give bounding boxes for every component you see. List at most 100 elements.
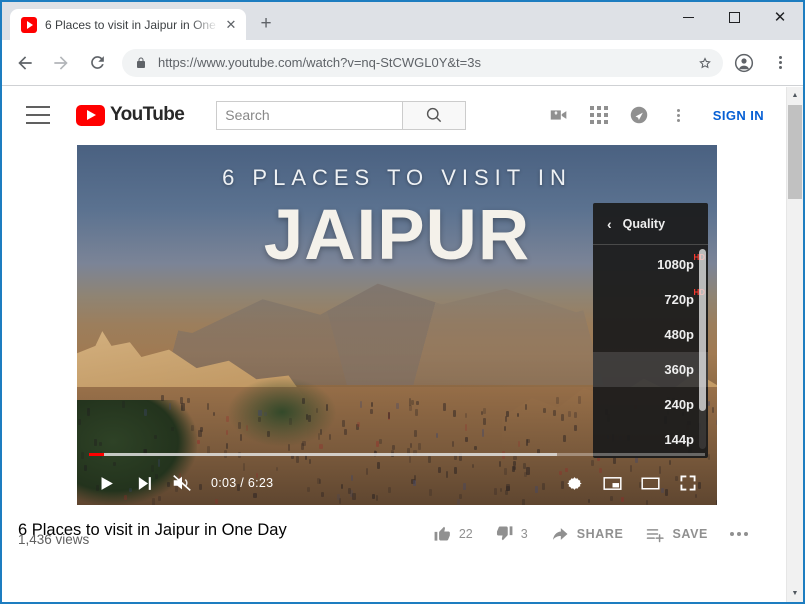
scrollbar-thumb[interactable] bbox=[788, 105, 802, 199]
maximize-button[interactable] bbox=[711, 2, 757, 32]
close-button[interactable]: ✕ bbox=[757, 2, 803, 32]
mute-button[interactable] bbox=[163, 464, 201, 502]
masthead-buttons: SIGN IN bbox=[539, 95, 770, 135]
progress-buffered bbox=[89, 453, 557, 456]
sign-in-button[interactable]: SIGN IN bbox=[713, 108, 764, 123]
share-label: SHARE bbox=[577, 527, 624, 541]
forward-button[interactable] bbox=[46, 48, 76, 78]
volume-muted-icon bbox=[171, 472, 193, 494]
miniplayer-button[interactable] bbox=[593, 464, 631, 502]
minimize-icon bbox=[683, 17, 694, 18]
miniplayer-icon bbox=[602, 473, 623, 494]
quality-option[interactable]: 1080p HD bbox=[593, 247, 708, 282]
quality-menu-scroll-thumb[interactable] bbox=[699, 249, 706, 411]
search-placeholder: Search bbox=[225, 107, 269, 123]
tab-title: 6 Places to visit in Jaipur in One D bbox=[45, 18, 222, 32]
reload-button[interactable] bbox=[82, 48, 112, 78]
back-chevron-icon[interactable]: ‹ bbox=[607, 217, 612, 231]
browser-toolbar: https://www.youtube.com/watch?v=nq-StCWG… bbox=[2, 40, 803, 86]
quality-option[interactable]: 240p bbox=[593, 387, 708, 422]
like-button[interactable]: 22 bbox=[433, 524, 473, 543]
quality-option-selected[interactable]: 360p bbox=[593, 352, 708, 387]
chrome-menu-button[interactable] bbox=[765, 48, 795, 78]
browser-tab[interactable]: 6 Places to visit in Jaipur in One D ✕ bbox=[10, 9, 246, 40]
search-input[interactable]: Search bbox=[216, 101, 402, 130]
save-playlist-icon bbox=[645, 524, 665, 544]
maximize-icon bbox=[729, 12, 740, 23]
more-actions-button[interactable] bbox=[730, 532, 748, 536]
quality-menu-scrollbar[interactable] bbox=[699, 249, 706, 449]
youtube-logo-text: YouTube bbox=[110, 104, 184, 126]
bookmark-star-icon[interactable] bbox=[693, 51, 717, 75]
theater-mode-button[interactable] bbox=[631, 464, 669, 502]
quality-settings-menu[interactable]: ‹ Quality 1080p HD 720p HD 480p bbox=[593, 203, 708, 458]
page-scrollbar[interactable]: ▲ ▼ bbox=[786, 87, 803, 602]
create-video-icon[interactable] bbox=[539, 95, 579, 135]
quality-option-label: 144p bbox=[664, 432, 694, 447]
new-tab-button[interactable]: + bbox=[252, 9, 280, 37]
thumbs-down-icon bbox=[495, 524, 514, 543]
close-icon: ✕ bbox=[774, 10, 787, 25]
youtube-masthead: YouTube Search bbox=[2, 87, 786, 143]
controls-right bbox=[555, 464, 707, 502]
youtube-logo[interactable]: YouTube bbox=[76, 104, 184, 126]
save-label: SAVE bbox=[672, 527, 708, 541]
quality-option-label: 720p bbox=[664, 292, 694, 307]
controls-row: 0:03 / 6:23 bbox=[77, 461, 717, 505]
next-track-icon bbox=[136, 475, 153, 492]
progress-bar[interactable] bbox=[89, 453, 705, 456]
share-arrow-icon bbox=[550, 524, 570, 544]
tab-close-icon[interactable]: ✕ bbox=[222, 16, 240, 34]
next-video-button[interactable] bbox=[125, 464, 163, 502]
hamburger-menu-icon[interactable] bbox=[26, 106, 50, 124]
quality-option-label: 240p bbox=[664, 397, 694, 412]
scroll-up-arrow-icon[interactable]: ▲ bbox=[787, 87, 803, 104]
view-count: 1,436 views bbox=[18, 532, 89, 547]
youtube-play-icon bbox=[76, 105, 105, 126]
profile-avatar-icon bbox=[734, 53, 754, 73]
quality-menu-title: Quality bbox=[623, 217, 665, 231]
search-button[interactable] bbox=[402, 101, 466, 130]
profile-button[interactable] bbox=[729, 48, 759, 78]
settings-button[interactable] bbox=[555, 464, 593, 502]
player-controls: 0:03 / 6:23 bbox=[77, 457, 717, 505]
play-icon bbox=[98, 475, 115, 492]
video-metadata: 6 Places to visit in Jaipur in One Day 1… bbox=[18, 521, 778, 547]
settings-kebab-icon[interactable] bbox=[659, 95, 699, 135]
browser-window: 6 Places to visit in Jaipur in One D ✕ +… bbox=[0, 0, 805, 604]
forward-arrow-icon bbox=[51, 53, 71, 73]
progress-played bbox=[89, 453, 104, 456]
fullscreen-icon bbox=[678, 473, 698, 493]
quality-option-label: 360p bbox=[664, 362, 694, 377]
quality-option[interactable]: 144p bbox=[593, 422, 708, 457]
scroll-down-arrow-icon[interactable]: ▼ bbox=[787, 585, 803, 602]
page-content: YouTube Search bbox=[2, 87, 803, 602]
title-bar: 6 Places to visit in Jaipur in One D ✕ +… bbox=[2, 2, 803, 40]
quality-option[interactable]: 480p bbox=[593, 317, 708, 352]
notifications-icon[interactable] bbox=[619, 95, 659, 135]
save-button[interactable]: SAVE bbox=[645, 524, 708, 544]
apps-grid-icon[interactable] bbox=[579, 95, 619, 135]
settings-gear-icon bbox=[565, 474, 584, 493]
quality-option[interactable]: 720p HD bbox=[593, 282, 708, 317]
quality-menu-header[interactable]: ‹ Quality bbox=[593, 203, 708, 245]
minimize-button[interactable] bbox=[665, 2, 711, 32]
more-actions-icon bbox=[730, 532, 748, 536]
quality-option-label: 480p bbox=[664, 327, 694, 342]
url-text: https://www.youtube.com/watch?v=nq-StCWG… bbox=[158, 55, 693, 70]
lock-icon bbox=[135, 56, 147, 70]
tab-strip: 6 Places to visit in Jaipur in One D ✕ + bbox=[2, 2, 280, 40]
search-icon bbox=[424, 105, 444, 125]
theater-mode-icon bbox=[640, 473, 661, 494]
thumbs-up-icon bbox=[433, 524, 452, 543]
dislike-button[interactable]: 3 bbox=[495, 524, 528, 543]
address-bar[interactable]: https://www.youtube.com/watch?v=nq-StCWG… bbox=[122, 49, 723, 77]
like-count: 22 bbox=[459, 527, 473, 541]
share-button[interactable]: SHARE bbox=[550, 524, 624, 544]
fullscreen-button[interactable] bbox=[669, 464, 707, 502]
back-button[interactable] bbox=[10, 48, 40, 78]
chrome-kebab-menu-icon bbox=[779, 56, 782, 69]
window-controls: ✕ bbox=[665, 2, 803, 40]
video-player[interactable]: 6 PLACES TO VISIT IN JAIPUR ‹ Quality 10… bbox=[77, 145, 717, 505]
play-button[interactable] bbox=[87, 464, 125, 502]
